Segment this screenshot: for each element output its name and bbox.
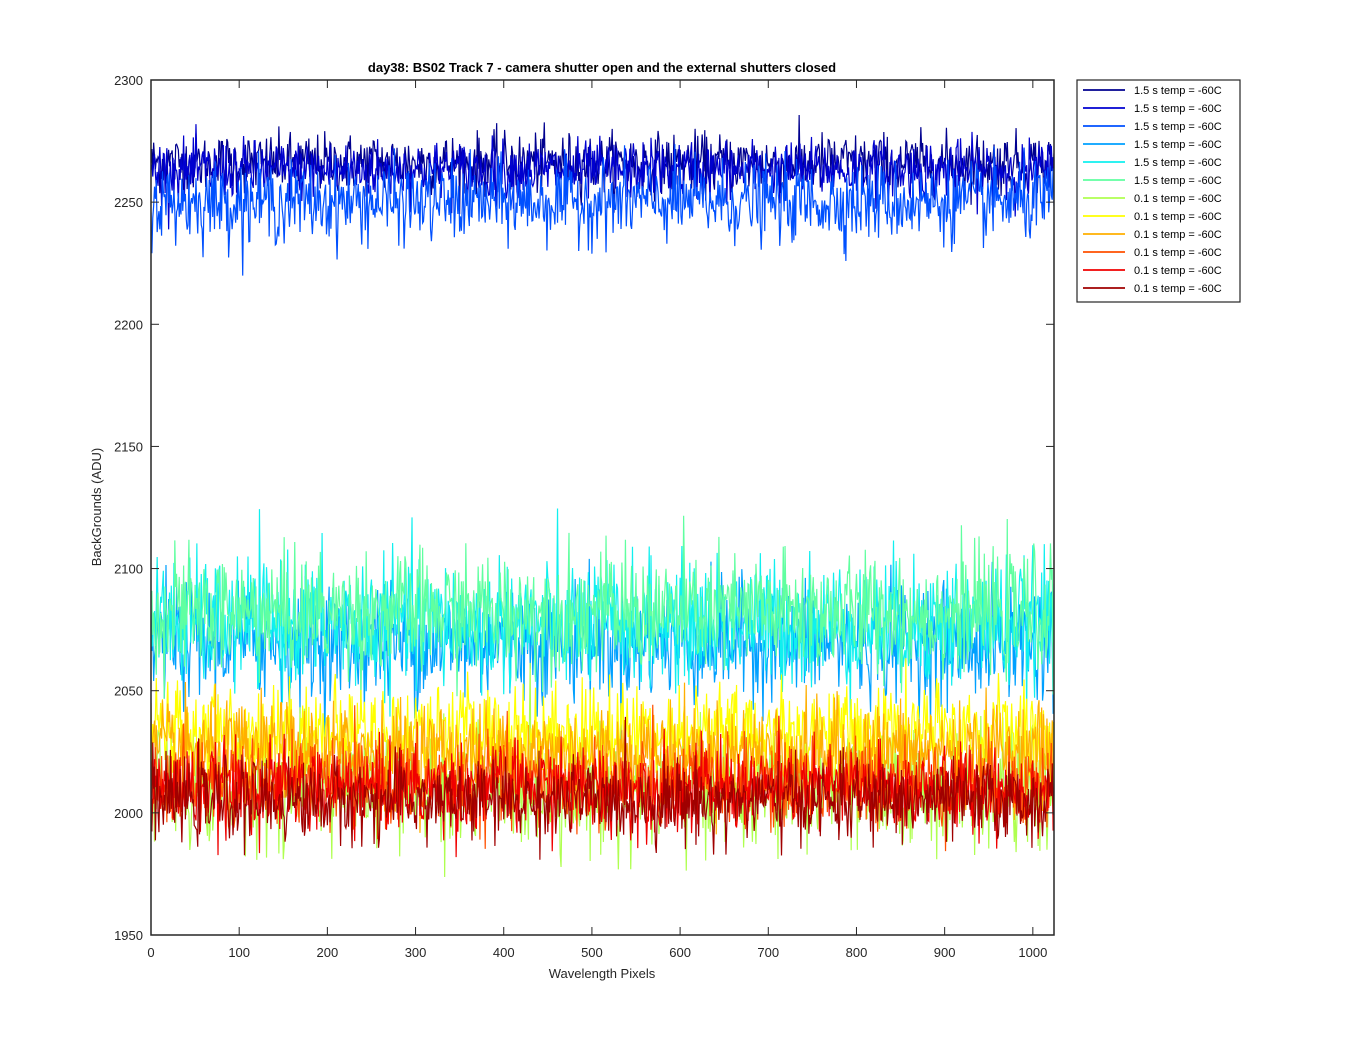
chart-title: day38: BS02 Track 7 - camera shutter ope… (368, 60, 836, 75)
legend-entry-12: 0.1 s temp = -60C (1134, 283, 1222, 295)
y-axis-label: BackGrounds (ADU) (89, 448, 104, 566)
x-tick-label: 100 (228, 945, 250, 960)
y-tick-label: 2050 (114, 684, 143, 699)
y-tick-label: 2150 (114, 439, 143, 454)
x-tick-label: 700 (757, 945, 779, 960)
x-tick-label: 600 (669, 945, 691, 960)
y-tick-label: 1950 (114, 928, 143, 943)
x-tick-label: 400 (493, 945, 515, 960)
x-tick-label: 800 (846, 945, 868, 960)
x-tick-label: 0 (147, 945, 154, 960)
y-tick-label: 2000 (114, 806, 143, 821)
y-tick-label: 2250 (114, 195, 143, 210)
legend-entry-8: 0.1 s temp = -60C (1134, 211, 1222, 223)
legend-entry-3: 1.5 s temp = -60C (1134, 121, 1222, 133)
chart: day38: BS02 Track 7 - camera shutter ope… (0, 0, 1350, 1050)
x-tick-label: 900 (934, 945, 956, 960)
x-tick-label: 200 (317, 945, 339, 960)
legend-entry-10: 0.1 s temp = -60C (1134, 247, 1222, 259)
legend-entry-7: 0.1 s temp = -60C (1134, 193, 1222, 205)
y-tick-label: 2200 (114, 317, 143, 332)
legend-entry-9: 0.1 s temp = -60C (1134, 229, 1222, 241)
legend-entry-2: 1.5 s temp = -60C (1134, 103, 1222, 115)
y-tick-label: 2100 (114, 562, 143, 577)
x-tick-label: 1000 (1018, 945, 1047, 960)
legend-entry-1: 1.5 s temp = -60C (1134, 85, 1222, 97)
legend-entry-5: 1.5 s temp = -60C (1134, 157, 1222, 169)
x-axis-label: Wavelength Pixels (549, 966, 656, 981)
legend: 1.5 s temp = -60C 1.5 s temp = -60C 1.5 s … (1076, 79, 1241, 303)
x-tick-label: 300 (405, 945, 427, 960)
x-tick-label: 500 (581, 945, 603, 960)
legend-entry-4: 1.5 s temp = -60C (1134, 139, 1222, 151)
legend-entry-6: 1.5 s temp = -60C (1134, 175, 1222, 187)
y-tick-label: 2300 (114, 73, 143, 88)
legend-entry-11: 0.1 s temp = -60C (1134, 265, 1222, 277)
